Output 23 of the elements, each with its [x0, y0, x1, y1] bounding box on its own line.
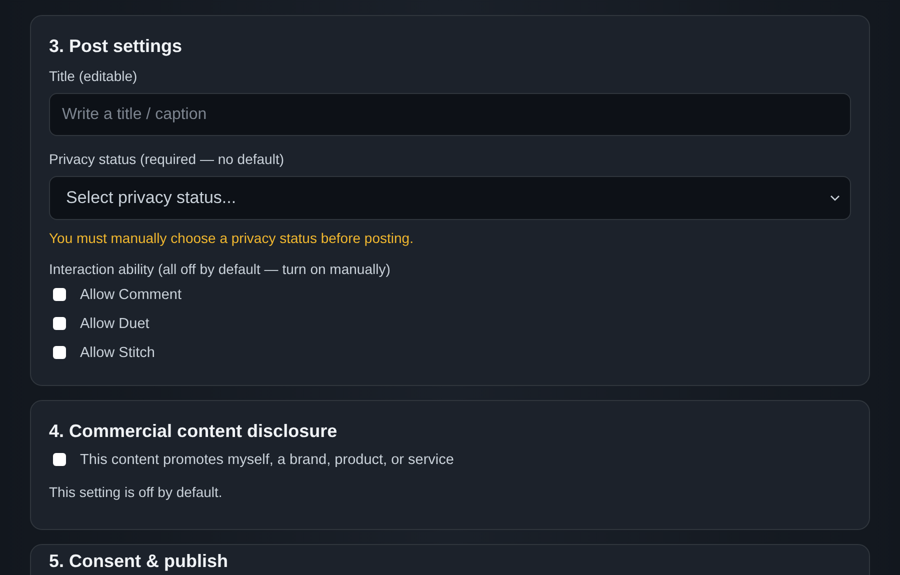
checkbox-option[interactable]: Allow Comment — [49, 280, 851, 309]
warning-text: You must manually choose a privacy status before posting. — [49, 229, 414, 247]
checkbox-label: Allow Stitch — [80, 344, 155, 360]
field-label: Privacy status (required — no default) — [49, 150, 285, 168]
field-label: Title (editable) — [49, 67, 138, 85]
checkbox-option[interactable]: Allow Duet — [49, 309, 851, 338]
checkbox[interactable] — [53, 346, 66, 359]
title-input[interactable]: Write a title / caption — [49, 93, 851, 136]
checkbox[interactable] — [53, 317, 66, 330]
checkbox-option[interactable]: Allow Stitch — [49, 338, 851, 367]
checkbox-label: Allow Duet — [80, 316, 150, 332]
checkbox[interactable] — [53, 453, 66, 466]
section-heading: 3. Post settings — [49, 35, 184, 57]
checkbox-option[interactable]: This content promotes myself, a brand, product, or service — [49, 445, 851, 474]
checkbox-label: This content promotes myself, a brand, product, or service — [80, 452, 454, 468]
checkbox-label: Allow Comment — [80, 286, 182, 302]
field-label: Interaction ability (all off by default — turn on manually) — [49, 260, 392, 278]
note-text: This setting is off by default. — [49, 484, 224, 500]
section-heading: 5. Consent & publish — [49, 550, 230, 572]
privacy-select[interactable]: Select privacy status... — [49, 176, 851, 220]
checkbox[interactable] — [53, 288, 66, 301]
chevron-down-icon — [830, 195, 840, 201]
section-heading: 4. Commercial content disclosure — [49, 420, 338, 442]
